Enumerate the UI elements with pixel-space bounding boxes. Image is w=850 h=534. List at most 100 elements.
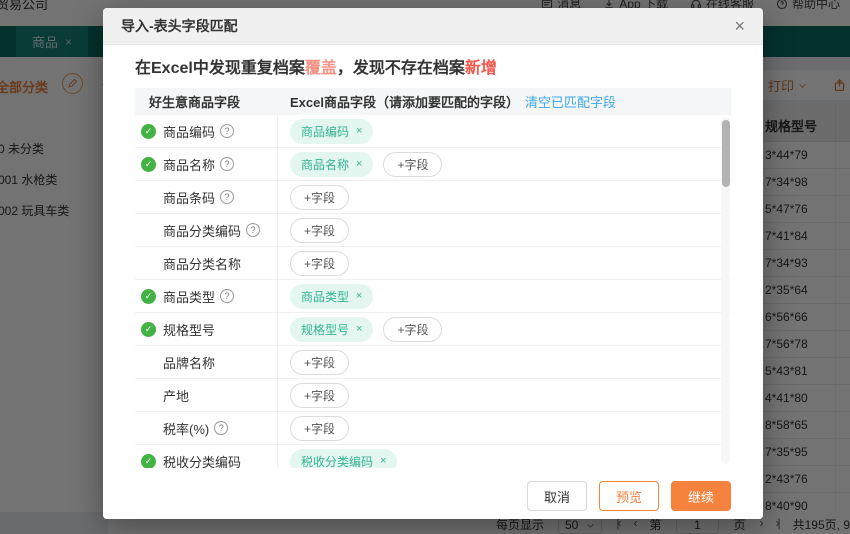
continue-button[interactable]: 继续 xyxy=(671,481,731,511)
excel-field-cell: 商品名称 × +字段 xyxy=(278,148,731,180)
field-match-header: 好生意商品字段 Excel商品字段（请添加要匹配的字段） 清空已匹配字段 xyxy=(135,88,731,115)
field-match-row: ✓ 品牌名称 +字段 xyxy=(135,346,731,379)
field-label: 商品编码 xyxy=(163,124,216,140)
excel-field-cell: +字段 xyxy=(278,247,731,279)
help-icon[interactable]: ? xyxy=(246,223,261,237)
tag-close-icon[interactable]: × xyxy=(356,158,362,170)
matched-tag-label: 商品编码 xyxy=(301,124,350,139)
field-match-row: ✓ 税收分类编码 税收分类编码 × xyxy=(135,445,731,468)
source-field-cell: ✓ 商品编码 ? xyxy=(135,115,278,147)
excel-field-cell: +字段 xyxy=(278,379,731,411)
field-label: 品牌名称 xyxy=(163,355,216,371)
close-icon[interactable]: × xyxy=(734,17,745,35)
field-match-table: 好生意商品字段 Excel商品字段（请添加要匹配的字段） 清空已匹配字段 ✓ 商… xyxy=(135,88,731,468)
source-field-cell: ✓ 商品分类名称 xyxy=(135,247,278,279)
field-label: 商品分类编码 xyxy=(163,223,242,239)
add-field-button[interactable]: +字段 xyxy=(290,382,350,408)
source-field-cell: ✓ 产地 xyxy=(135,379,278,411)
matched-check-icon: ✓ xyxy=(141,289,156,304)
tag-close-icon[interactable]: × xyxy=(356,125,362,137)
dialog-title: 导入-表头字段匹配 xyxy=(121,18,238,34)
app-screen: 贸易公司 消息 App 下载 在线客服 帮助中心 商品 × xyxy=(0,0,850,534)
field-label: 商品类型 xyxy=(163,289,216,305)
scrollbar-thumb[interactable] xyxy=(722,120,730,187)
field-match-row: ✓ 商品编码 ? 商品编码 × xyxy=(135,115,731,148)
source-field-cell: ✓ 商品分类编码 ? xyxy=(135,214,278,246)
excel-field-cell: +字段 xyxy=(278,346,731,378)
excel-fields-header-label: Excel商品字段（请添加要匹配的字段） xyxy=(290,95,519,110)
dialog-body: 在Excel中发现重复档案覆盖，发现不存在档案新增 好生意商品字段 Excel商… xyxy=(103,58,763,468)
field-match-row: ✓ 商品条码 ? +字段 xyxy=(135,181,731,214)
matched-tag-label: 规格型号 xyxy=(301,322,350,337)
tag-close-icon[interactable]: × xyxy=(356,323,362,335)
add-field-button[interactable]: +字段 xyxy=(383,151,443,177)
matched-tag: 规格型号 × xyxy=(290,316,374,342)
field-label: 规格型号 xyxy=(163,322,216,338)
tag-close-icon[interactable]: × xyxy=(380,455,386,467)
matched-check-icon: ✓ xyxy=(141,157,156,172)
add-field-button[interactable]: +字段 xyxy=(290,217,350,243)
field-label: 商品名称 xyxy=(163,157,216,173)
source-field-cell: ✓ 规格型号 xyxy=(135,313,278,345)
field-match-row: ✓ 商品名称 ? 商品名称 × +字段 xyxy=(135,148,731,181)
help-icon[interactable]: ? xyxy=(220,124,235,138)
excel-field-cell: +字段 xyxy=(278,412,731,444)
help-icon[interactable]: ? xyxy=(214,421,229,435)
add-field-button[interactable]: +字段 xyxy=(290,184,350,210)
matched-tag-label: 商品类型 xyxy=(301,289,350,304)
notice-add-highlight: 新增 xyxy=(464,60,497,77)
add-field-button[interactable]: +字段 xyxy=(290,250,350,276)
import-notice: 在Excel中发现重复档案覆盖，发现不存在档案新增 xyxy=(135,58,731,80)
field-label: 税收分类编码 xyxy=(163,454,242,469)
excel-field-cell: 税收分类编码 × xyxy=(278,445,731,468)
notice-part2: ，发现不存在档案 xyxy=(336,60,465,77)
source-field-cell: ✓ 税收分类编码 xyxy=(135,445,278,468)
preview-button[interactable]: 预览 xyxy=(599,481,659,511)
tag-close-icon[interactable]: × xyxy=(356,290,362,302)
notice-part1: 在Excel中发现重复档案 xyxy=(135,60,305,77)
excel-field-cell: 商品编码 × xyxy=(278,115,731,147)
matched-tag: 商品类型 × xyxy=(290,283,374,309)
field-label: 商品条码 xyxy=(163,190,216,206)
clear-matched-link[interactable]: 清空已匹配字段 xyxy=(525,92,616,111)
source-field-cell: ✓ 税率(%) ? xyxy=(135,412,278,444)
help-icon[interactable]: ? xyxy=(220,157,235,171)
dialog-footer: 取消 预览 继续 xyxy=(103,473,763,519)
add-field-button[interactable]: +字段 xyxy=(290,415,350,441)
field-match-rows: ✓ 商品编码 ? 商品编码 × ✓ 商品名称 ? 商品名称 × +字段 ✓ 商 xyxy=(135,115,731,468)
matched-tag-label: 税收分类编码 xyxy=(301,454,374,469)
excel-field-cell: +字段 xyxy=(278,181,731,213)
field-match-row: ✓ 产地 +字段 xyxy=(135,379,731,412)
source-field-cell: ✓ 商品条码 ? xyxy=(135,181,278,213)
notice-cover-highlight: 覆盖 xyxy=(304,60,337,77)
field-match-row: ✓ 规格型号 规格型号 × +字段 xyxy=(135,313,731,346)
matched-tag: 商品名称 × xyxy=(290,151,374,177)
help-icon[interactable]: ? xyxy=(220,190,235,204)
excel-fields-header: Excel商品字段（请添加要匹配的字段） 清空已匹配字段 xyxy=(278,92,731,111)
matched-tag: 税收分类编码 × xyxy=(290,448,398,469)
matched-check-icon: ✓ xyxy=(141,454,156,468)
help-icon[interactable]: ? xyxy=(220,289,235,303)
field-match-row: ✓ 商品分类编码 ? +字段 xyxy=(135,214,731,247)
excel-field-cell: +字段 xyxy=(278,214,731,246)
excel-field-cell: 规格型号 × +字段 xyxy=(278,313,731,345)
source-field-cell: ✓ 商品名称 ? xyxy=(135,148,278,180)
matched-tag: 商品编码 × xyxy=(290,118,374,144)
field-label: 产地 xyxy=(163,388,190,404)
source-field-cell: ✓ 商品类型 ? xyxy=(135,280,278,312)
matched-check-icon: ✓ xyxy=(141,124,156,139)
matched-check-icon: ✓ xyxy=(141,322,156,337)
add-field-button[interactable]: +字段 xyxy=(383,316,443,342)
source-field-cell: ✓ 品牌名称 xyxy=(135,346,278,378)
cancel-button[interactable]: 取消 xyxy=(527,481,587,511)
import-match-dialog: 导入-表头字段匹配 × 在Excel中发现重复档案覆盖，发现不存在档案新增 好生… xyxy=(103,8,763,519)
field-match-row: ✓ 税率(%) ? +字段 xyxy=(135,412,731,445)
field-match-row: ✓ 商品分类名称 +字段 xyxy=(135,247,731,280)
field-match-row: ✓ 商品类型 ? 商品类型 × xyxy=(135,280,731,313)
add-field-button[interactable]: +字段 xyxy=(290,349,350,375)
excel-field-cell: 商品类型 × xyxy=(278,280,731,312)
dialog-header: 导入-表头字段匹配 × xyxy=(103,8,763,45)
field-label: 商品分类名称 xyxy=(163,256,242,272)
matched-tag-label: 商品名称 xyxy=(301,157,350,172)
field-label: 税率(%) xyxy=(163,421,210,437)
